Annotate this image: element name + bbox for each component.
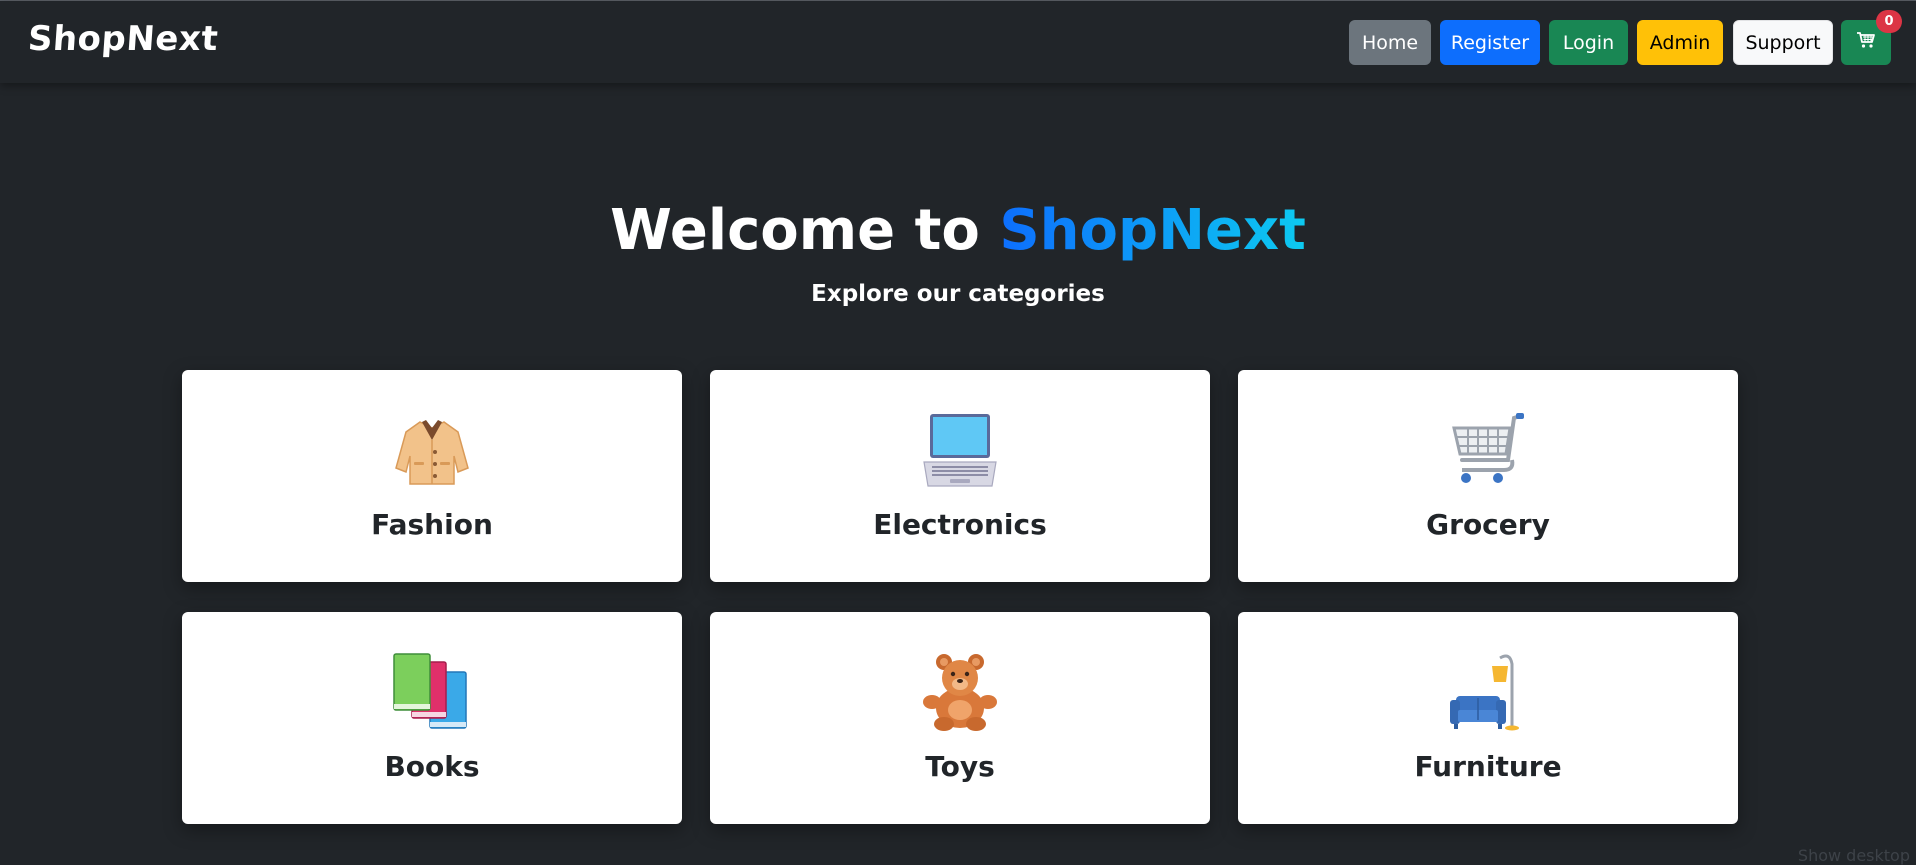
category-card-grocery[interactable]: Grocery bbox=[1238, 370, 1738, 582]
cart-icon bbox=[1856, 31, 1876, 54]
category-card-fashion[interactable]: Fashion bbox=[182, 370, 682, 582]
coat-icon bbox=[182, 410, 682, 490]
shopping-cart-icon bbox=[1238, 410, 1738, 490]
login-button[interactable]: Login bbox=[1549, 20, 1628, 65]
show-desktop-button[interactable]: Show desktop bbox=[1798, 846, 1910, 865]
teddy-bear-icon bbox=[710, 652, 1210, 732]
category-label: Toys bbox=[925, 750, 995, 783]
books-icon bbox=[182, 652, 682, 732]
laptop-icon bbox=[710, 410, 1210, 490]
home-button[interactable]: Home bbox=[1349, 20, 1431, 65]
cart-count-badge: 0 bbox=[1876, 10, 1902, 33]
category-label: Furniture bbox=[1414, 750, 1562, 783]
couch-and-lamp-icon bbox=[1238, 652, 1738, 732]
register-button[interactable]: Register bbox=[1440, 20, 1540, 65]
admin-button[interactable]: Admin bbox=[1637, 20, 1723, 65]
support-button[interactable]: Support bbox=[1733, 20, 1833, 65]
category-label: Grocery bbox=[1426, 508, 1550, 541]
page-title: Welcome to ShopNext bbox=[0, 198, 1916, 263]
category-card-toys[interactable]: Toys bbox=[710, 612, 1210, 824]
category-label: Books bbox=[384, 750, 480, 783]
title-brand: ShopNext bbox=[999, 198, 1306, 263]
page-subtitle: Explore our categories bbox=[811, 281, 1105, 307]
category-label: Electronics bbox=[873, 508, 1047, 541]
brand-logo[interactable]: ShopNext bbox=[27, 19, 220, 59]
top-navbar: ShopNext Home Register Login Admin Suppo… bbox=[0, 1, 1916, 83]
category-card-books[interactable]: Books bbox=[182, 612, 682, 824]
category-card-furniture[interactable]: Furniture bbox=[1238, 612, 1738, 824]
category-card-electronics[interactable]: Electronics bbox=[710, 370, 1210, 582]
category-label: Fashion bbox=[371, 508, 493, 541]
title-prefix: Welcome to bbox=[610, 198, 1000, 263]
